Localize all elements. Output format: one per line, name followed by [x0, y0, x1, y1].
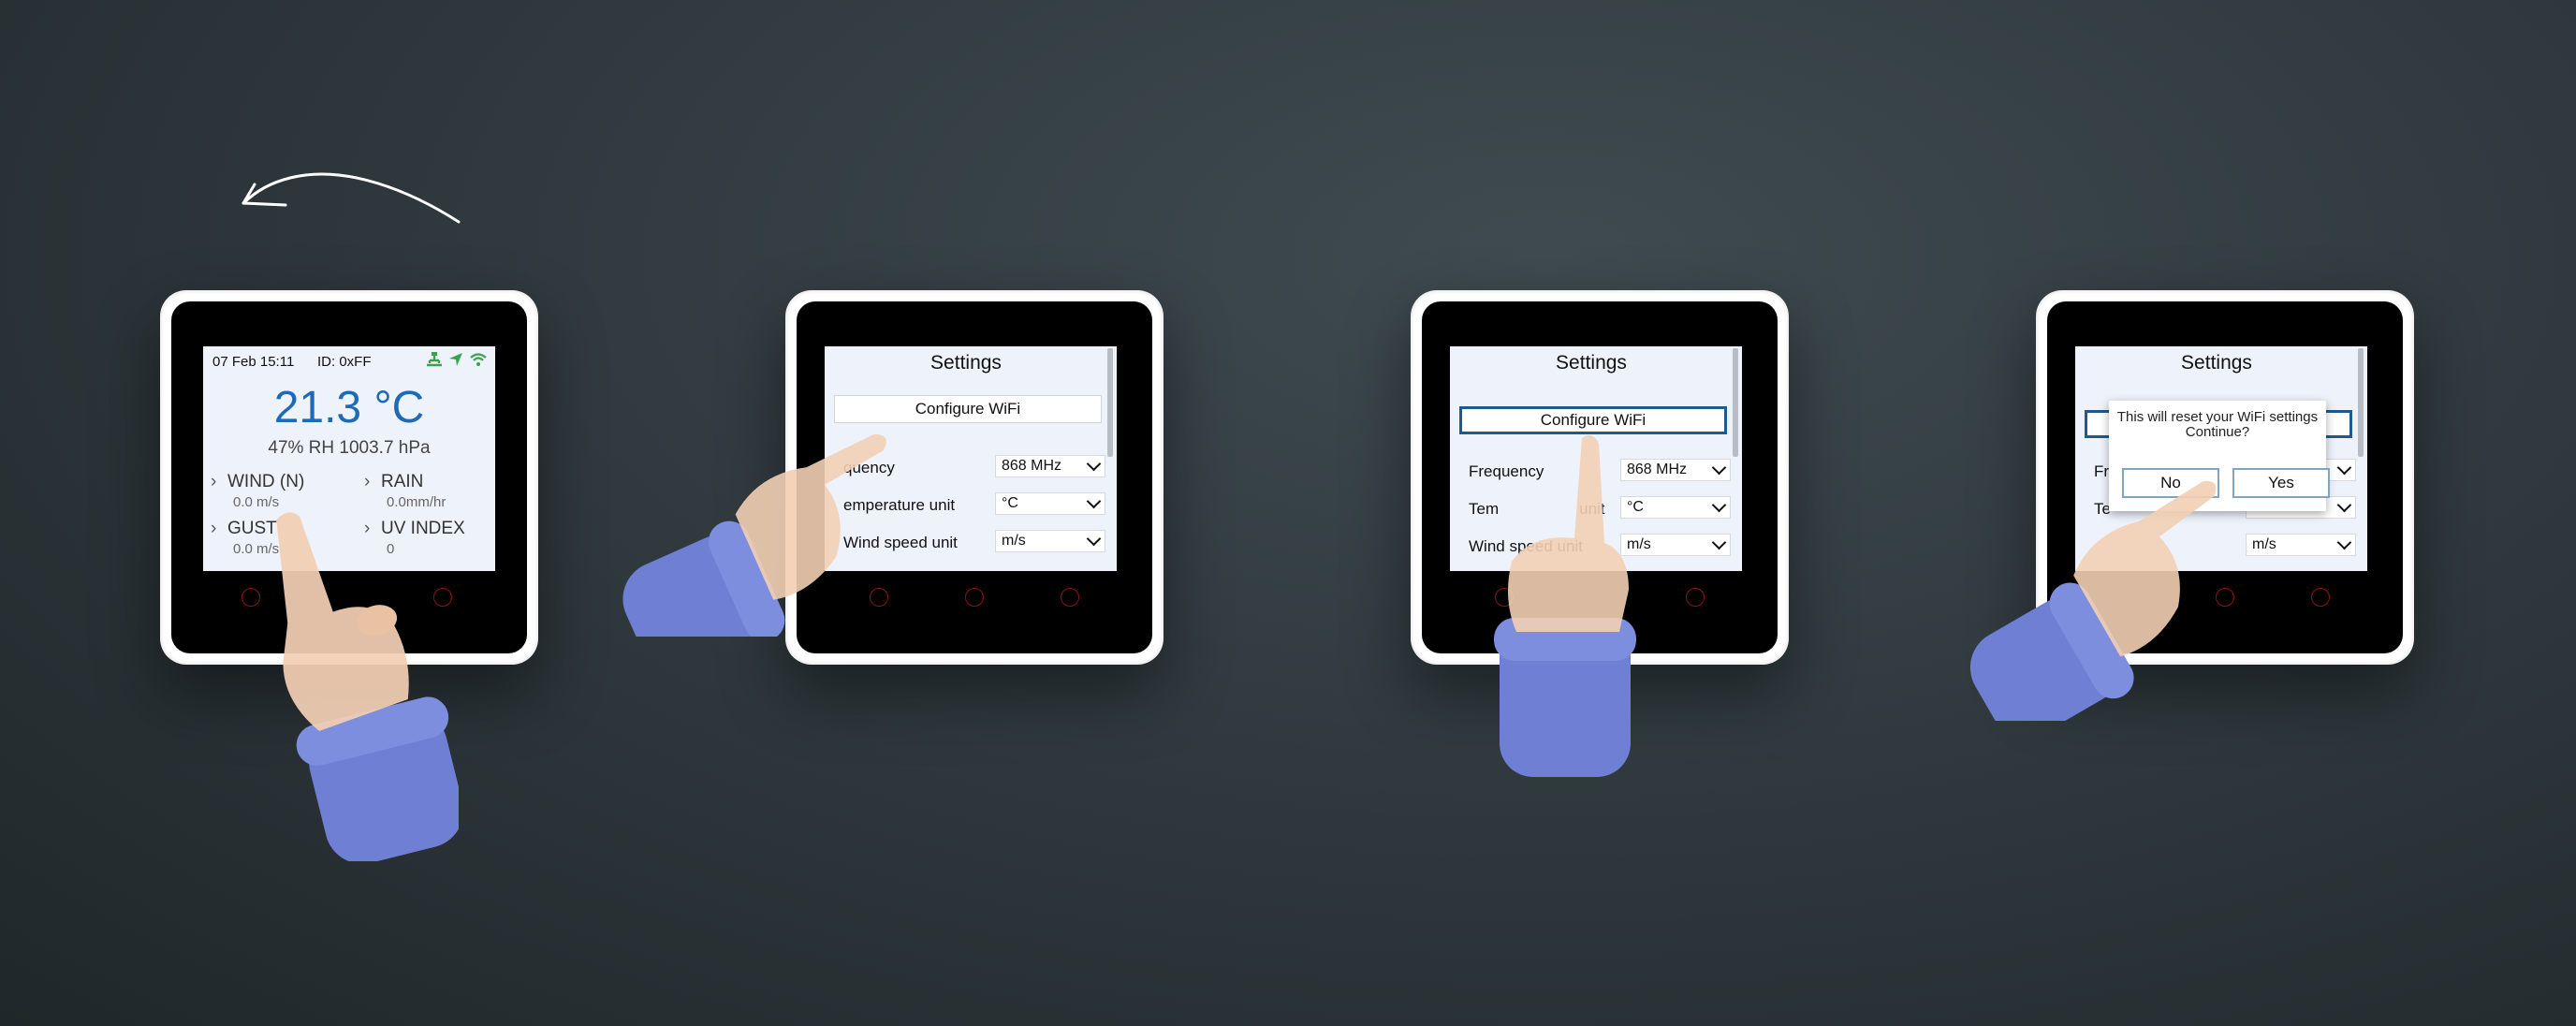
- chevron-down-icon: [2336, 535, 2352, 550]
- select-value: °C: [1002, 495, 1018, 511]
- chevron-down-icon: [2336, 460, 2352, 476]
- metric-label: RAIN: [381, 472, 424, 491]
- touch-button-right[interactable]: [2311, 588, 2330, 607]
- status-icons: [426, 352, 488, 367]
- chevron-down-icon: [1711, 460, 1727, 476]
- temperature-unit-select[interactable]: °C: [995, 492, 1105, 515]
- settings-title: Settings: [1556, 352, 1627, 374]
- select-value: 868 MHz: [1002, 458, 1062, 474]
- touch-button-right[interactable]: [1686, 588, 1705, 607]
- wifi-icon: [470, 353, 487, 366]
- location-arrow-icon: [449, 353, 462, 366]
- chevron-down-icon: [1711, 535, 1727, 550]
- device-id: ID: 0xFF: [317, 354, 372, 370]
- chevron-right-icon: ›: [211, 519, 217, 538]
- chevron-down-icon: [1086, 531, 1102, 547]
- hand-pointer-icon: [276, 512, 459, 861]
- touch-button-center[interactable]: [965, 588, 984, 607]
- dialog-message-line: This will reset your WiFi settings: [2116, 409, 2319, 425]
- metric-rain[interactable]: › RAIN: [364, 472, 423, 492]
- metric-wind[interactable]: › WIND (N): [211, 472, 304, 492]
- chevron-right-icon: ›: [211, 472, 217, 491]
- dialog-message: This will reset your WiFi settings Conti…: [2115, 410, 2320, 440]
- date-time: 07 Feb 15:11: [212, 354, 295, 370]
- temperature-value: 21.3 °C: [273, 383, 425, 432]
- humidity-pressure: 47% RH 1003.7 hPa: [268, 438, 431, 458]
- scrollbar[interactable]: [1107, 348, 1113, 457]
- frequency-select[interactable]: 868 MHz: [995, 455, 1105, 477]
- dialog-message-line: Continue?: [2185, 424, 2250, 440]
- chevron-down-icon: [1086, 493, 1102, 509]
- scrollbar[interactable]: [2358, 348, 2364, 457]
- swipe-left-arrow-icon: [242, 172, 461, 224]
- wind-speed-unit-select[interactable]: m/s: [995, 530, 1105, 552]
- chevron-down-icon: [1711, 497, 1727, 513]
- metric-label: WIND (N): [227, 472, 305, 491]
- hand-pointer-icon: [1969, 480, 2217, 721]
- chevron-right-icon: ›: [364, 472, 371, 491]
- settings-title: Settings: [930, 352, 1002, 374]
- scrollbar[interactable]: [1733, 348, 1738, 457]
- hand-pointer-icon: [1494, 435, 1636, 777]
- touch-button-right[interactable]: [1061, 588, 1079, 607]
- chevron-down-icon: [1086, 456, 1102, 472]
- settings-title: Settings: [2181, 352, 2252, 374]
- select-value: m/s: [1002, 533, 1026, 549]
- chevron-down-icon: [2336, 497, 2352, 513]
- ethernet-icon: [427, 352, 442, 367]
- hand-pointer-icon: [622, 433, 886, 637]
